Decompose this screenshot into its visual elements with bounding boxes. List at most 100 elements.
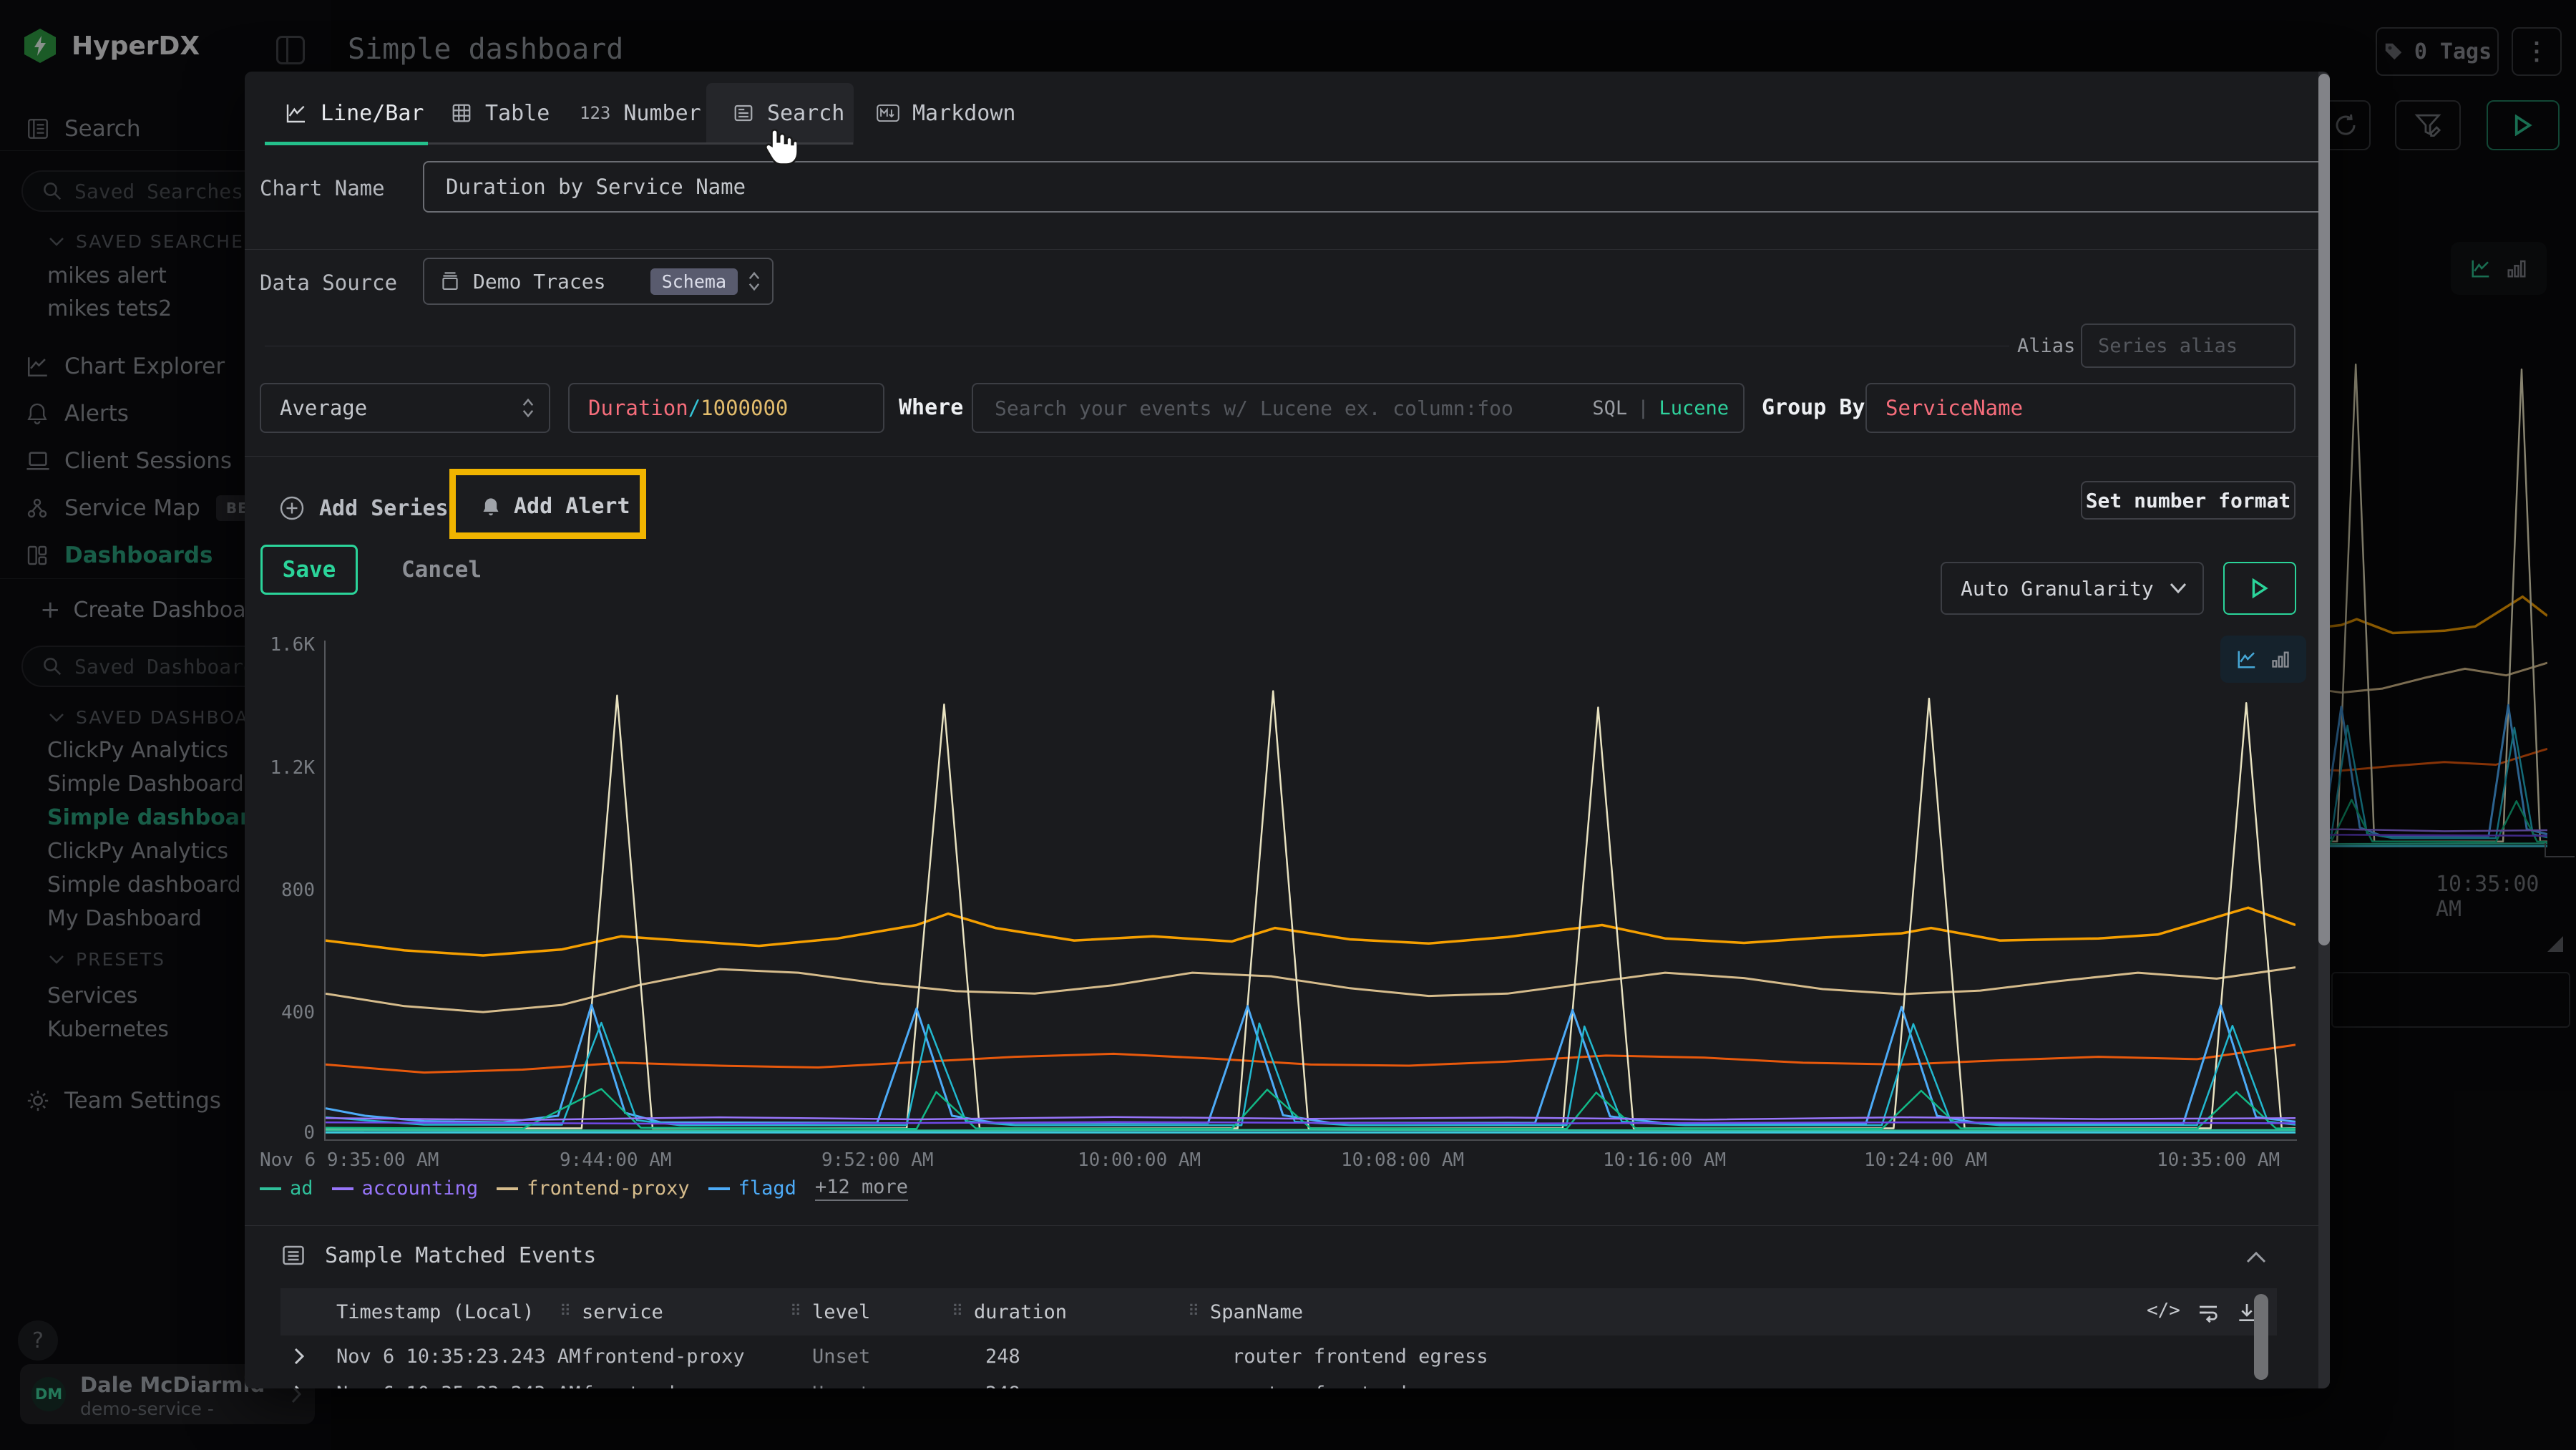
preset-item[interactable]: Kubernetes <box>47 1017 169 1042</box>
group-by-value: ServiceName <box>1885 396 2023 420</box>
saved-dashboard-item[interactable]: My Dashboard <box>47 906 202 931</box>
more-menu-button[interactable]: ⋮ <box>2512 27 2562 76</box>
chevron-down-icon <box>2170 583 2187 594</box>
field-expression-input[interactable]: Duration/1000000 <box>568 383 884 433</box>
save-button[interactable]: Save <box>260 545 358 595</box>
column-drag-handle[interactable]: ⠿ <box>1188 1303 1199 1320</box>
modal-scrollbar-track[interactable] <box>2318 72 2330 1388</box>
refresh-icon <box>2333 112 2358 138</box>
series-ad <box>326 1130 2296 1131</box>
presets-header[interactable]: PRESETS <box>49 949 165 970</box>
series-frontend-proxy <box>326 968 2296 1013</box>
wrap-text-icon[interactable] <box>2197 1301 2220 1324</box>
set-number-format-button[interactable]: Set number format <box>2081 481 2296 520</box>
cancel-button[interactable]: Cancel <box>401 557 482 583</box>
data-source-label: Data Source <box>260 271 397 295</box>
123-icon: 123 <box>580 103 610 123</box>
brand-logo-icon <box>24 29 56 63</box>
code-view-icon[interactable]: </> <box>2147 1300 2180 1321</box>
col-service: service <box>582 1301 663 1323</box>
series-series-dark-orange <box>326 1045 2296 1073</box>
duration-by-service-chart[interactable] <box>326 641 2296 1139</box>
add-series-button[interactable]: Add Series <box>279 495 449 521</box>
tab-markdown[interactable]: Markdown <box>877 83 1016 143</box>
sample-events-header[interactable]: Sample Matched Events <box>280 1242 596 1268</box>
aggregation-value: Average <box>280 396 367 420</box>
where-search-input[interactable]: Search your events w/ Lucene ex. column:… <box>972 383 1745 433</box>
group-by-input[interactable]: ServiceName <box>1865 383 2296 433</box>
column-drag-handle[interactable]: ⠿ <box>790 1303 801 1320</box>
saved-dashboard-item[interactable]: Simple Dashboard <box>47 772 244 797</box>
col-timestamp: Timestamp (Local) <box>336 1301 534 1323</box>
add-alert-button[interactable]: Add Alert <box>481 494 630 519</box>
tab-line-bar[interactable]: Line/Bar <box>285 83 424 143</box>
chevron-down-icon <box>49 713 64 723</box>
help-button[interactable]: ? <box>18 1320 58 1361</box>
create-dashboard-button[interactable]: + Create Dashboard <box>40 595 268 624</box>
x-axis-tick: 10:16:00 AM <box>1603 1149 1726 1171</box>
series-series-orange <box>326 908 2296 955</box>
run-query-button[interactable] <box>2487 100 2560 150</box>
bell-icon <box>481 495 501 518</box>
saved-search-item[interactable]: mikes alert <box>47 263 167 288</box>
chevron-down-icon <box>49 955 64 965</box>
schema-badge: Schema <box>650 268 738 295</box>
series-accounting <box>326 1117 2296 1120</box>
page-title: Simple dashboard <box>348 33 623 66</box>
saved-search-item[interactable]: mikes tets2 <box>47 296 172 321</box>
chart-legend: ad accounting frontend-proxy flagd +12 m… <box>260 1176 908 1201</box>
column-drag-handle[interactable]: ⠿ <box>560 1303 571 1320</box>
event-row-clipped[interactable]: Nov 6 10:35:23.243 AM frontend-proxy Uns… <box>280 1377 2241 1388</box>
kebab-icon: ⋮ <box>2524 37 2549 66</box>
empty-dashboard-tile[interactable] <box>2331 972 2570 1028</box>
row-expand-icon[interactable] <box>293 1384 305 1388</box>
line-chart-icon[interactable] <box>2470 258 2492 279</box>
y-axis-tick: 800 <box>250 880 315 901</box>
laptop-icon <box>26 449 50 472</box>
run-chart-button[interactable] <box>2223 562 2296 615</box>
gear-icon <box>26 1089 50 1113</box>
y-axis-tick: 1.6K <box>250 634 315 656</box>
tile-chart-type-toggle[interactable] <box>2451 242 2547 295</box>
row-expand-icon[interactable] <box>293 1347 305 1366</box>
plus-circle-icon <box>279 495 305 521</box>
background-tile-axis-corner <box>2545 843 2575 857</box>
saved-searches-header[interactable]: SAVED SEARCHES <box>49 231 257 252</box>
saved-dashboard-item[interactable]: ClickPy Analytics <box>47 839 228 864</box>
collapse-chevron-icon[interactable] <box>2245 1251 2267 1264</box>
filter-edit-icon <box>2414 111 2442 140</box>
modal-scrollbar-thumb[interactable] <box>2318 74 2330 945</box>
legend-more-link[interactable]: +12 more <box>815 1176 908 1201</box>
data-source-value: Demo Traces <box>473 270 605 293</box>
granularity-select[interactable]: Auto Granularity <box>1941 562 2204 615</box>
legend-item: ad <box>260 1177 313 1200</box>
filter-button[interactable] <box>2395 100 2461 150</box>
chart-name-input[interactable]: Duration by Service Name <box>423 161 2326 213</box>
bar-chart-icon[interactable] <box>2506 258 2527 279</box>
aggregation-select[interactable]: Average <box>260 383 550 433</box>
table-scrollbar[interactable] <box>2254 1294 2268 1380</box>
alias-input[interactable]: Series alias <box>2081 323 2296 368</box>
data-source-select[interactable]: Demo Traces Schema <box>423 258 774 305</box>
sidebar-collapse-button[interactable] <box>276 36 305 64</box>
tags-button[interactable]: 0 Tags <box>2376 27 2499 76</box>
x-axis-tick: 10:00:00 AM <box>1078 1149 1201 1171</box>
bell-icon <box>26 402 50 426</box>
saved-dashboard-item[interactable]: Simple dashboard <box>47 872 241 897</box>
play-icon <box>2514 115 2532 136</box>
tab-table[interactable]: Table <box>451 83 550 143</box>
tab-number[interactable]: 123 Number <box>580 83 701 143</box>
tile-resize-handle[interactable] <box>2547 936 2563 952</box>
play-icon <box>2251 578 2268 598</box>
column-drag-handle[interactable]: ⠿ <box>952 1303 963 1320</box>
lucene-toggle[interactable]: Lucene <box>1659 397 1729 419</box>
sql-toggle[interactable]: SQL <box>1592 397 1627 419</box>
legend-item: flagd <box>708 1177 796 1200</box>
event-row[interactable]: Nov 6 10:35:23.243 AM frontend-proxy Uns… <box>280 1335 2241 1377</box>
events-table: Timestamp (Local) ⠿ service ⠿ level ⠿ du… <box>280 1288 2277 1388</box>
saved-dashboard-item-active[interactable]: Simple dashboard <box>47 805 265 830</box>
preset-item[interactable]: Services <box>47 983 138 1008</box>
table-icon <box>451 102 472 124</box>
saved-dashboard-item[interactable]: ClickPy Analytics <box>47 738 228 763</box>
brand[interactable]: HyperDX <box>24 29 200 63</box>
